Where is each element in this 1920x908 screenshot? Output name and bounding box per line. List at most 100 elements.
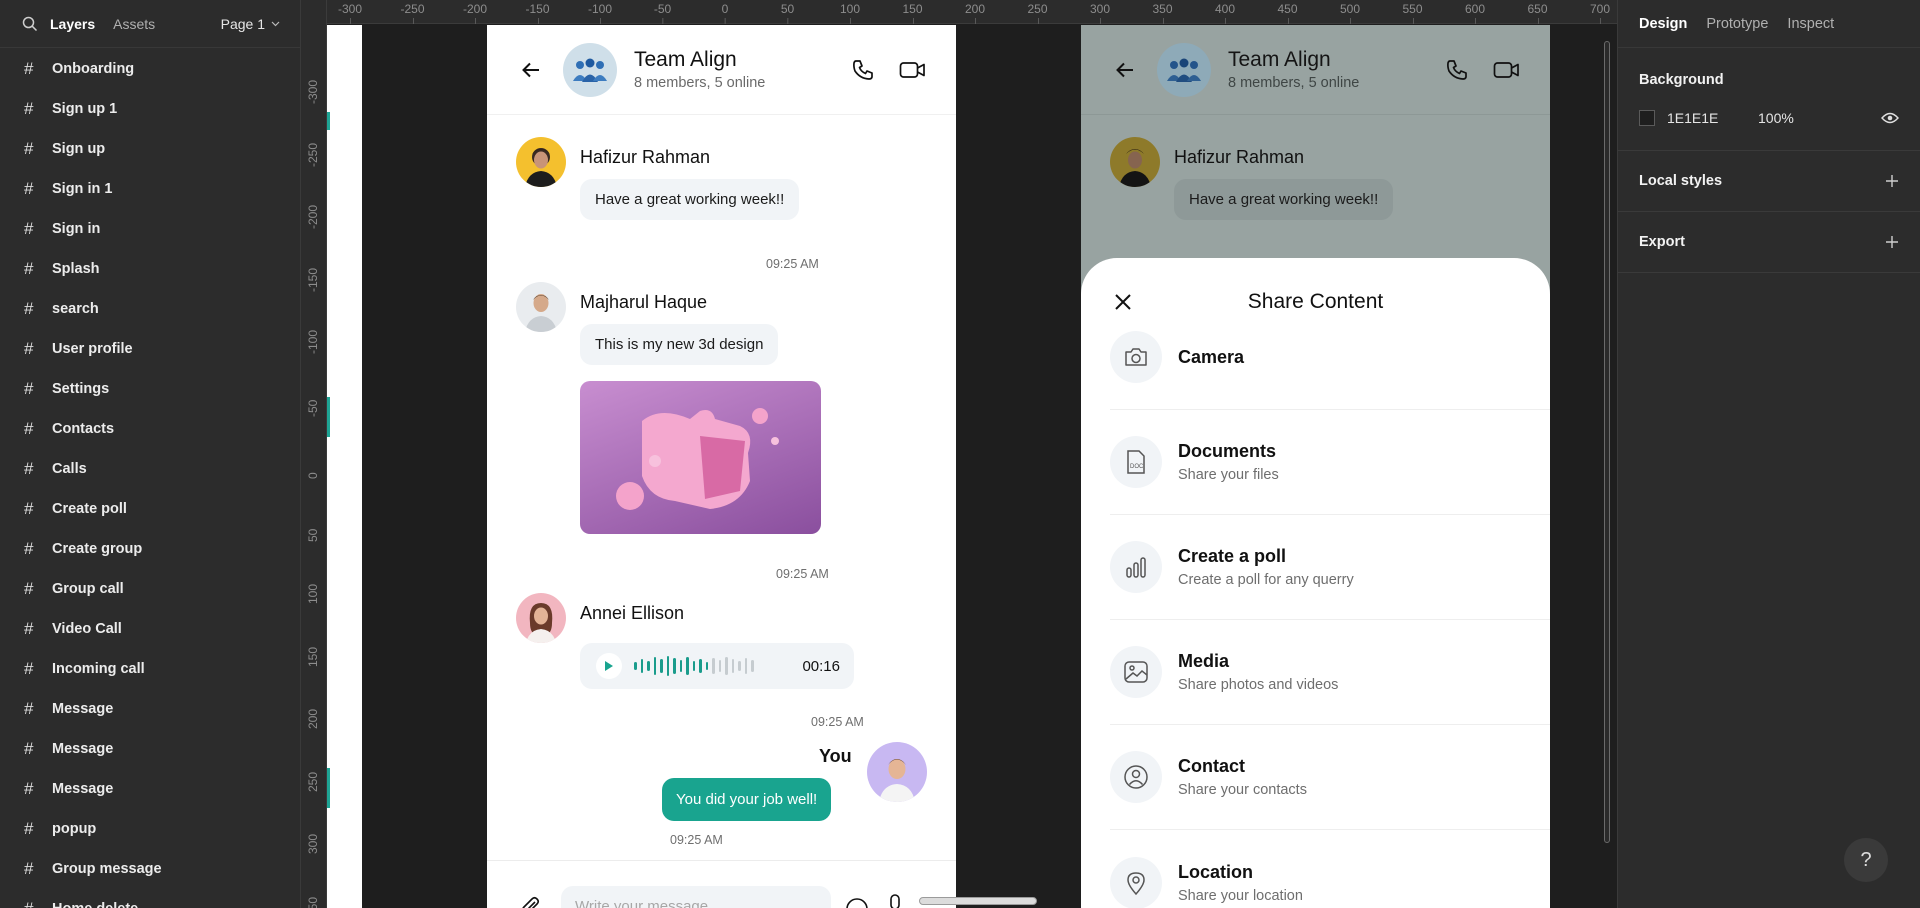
avatar[interactable] xyxy=(516,282,566,332)
group-avatar[interactable] xyxy=(563,42,617,97)
tab-layers[interactable]: Layers xyxy=(50,16,95,32)
layer-item[interactable]: # search xyxy=(0,289,300,329)
search-icon[interactable] xyxy=(22,16,38,32)
voice-duration: 00:16 xyxy=(802,657,840,675)
share-option-contact[interactable]: Contact Share your contacts xyxy=(1110,725,1550,830)
local-styles-section: Local styles xyxy=(1618,151,1920,212)
layer-label: Contacts xyxy=(52,421,115,437)
group-avatar[interactable] xyxy=(1157,42,1211,97)
avatar[interactable] xyxy=(867,742,927,802)
ruler-tick: -150 xyxy=(306,267,320,292)
layer-item[interactable]: # Group call xyxy=(0,569,300,609)
plus-icon[interactable] xyxy=(1885,174,1899,188)
ruler-tick: 550 xyxy=(1402,2,1423,24)
chat-frame[interactable]: Team Align 8 members, 5 online Hafizur R… xyxy=(487,25,956,908)
back-arrow-icon[interactable] xyxy=(521,60,541,80)
layer-label: Sign up xyxy=(52,141,106,157)
ruler-tick: -50 xyxy=(306,399,320,417)
avatar[interactable] xyxy=(516,593,566,643)
message-bubble[interactable]: This is my new 3d design xyxy=(580,324,779,365)
layer-item[interactable]: # Message xyxy=(0,729,300,769)
share-popup-frame[interactable]: Team Align 8 members, 5 online Hafizur R… xyxy=(1081,25,1550,908)
avatar[interactable] xyxy=(516,137,566,187)
frame-partial[interactable] xyxy=(327,25,362,908)
layers-panel: Layers Assets Page 1 # Onboarding # Sign up… xyxy=(0,0,301,908)
ruler-tick: -100 xyxy=(587,2,613,24)
layer-item[interactable]: # User profile xyxy=(0,329,300,369)
video-call-icon[interactable] xyxy=(1493,59,1520,81)
message-bubble[interactable]: Have a great working week!! xyxy=(580,179,800,220)
message-bubble[interactable]: Have a great working week!! xyxy=(1174,179,1394,220)
ruler-tick: 0 xyxy=(306,472,320,479)
ruler-tick: 500 xyxy=(1339,2,1361,24)
layer-item[interactable]: # Sign in 1 xyxy=(0,169,300,209)
tab-assets[interactable]: Assets xyxy=(113,16,155,32)
avatar[interactable] xyxy=(1110,137,1160,187)
sticker-icon[interactable] xyxy=(844,896,870,908)
canvas[interactable]: -300 -250 -200 -150 -100 -50 0 50 100 150 200 250 30… xyxy=(301,0,1617,908)
design-app: Layers Assets Page 1 # Onboarding # Sign up… xyxy=(0,0,1920,908)
layer-item[interactable]: # Home delete xyxy=(0,889,300,908)
vertical-ruler: -300 -250 -200 -150 -100 -50 0 50 100 150 200 250 30… xyxy=(301,0,327,908)
sender-name: Majharul Haque xyxy=(580,292,708,312)
back-arrow-icon[interactable] xyxy=(1115,60,1135,80)
eye-icon[interactable] xyxy=(1881,112,1899,124)
layer-item[interactable]: # Sign in xyxy=(0,209,300,249)
background-swatch[interactable] xyxy=(1639,110,1655,126)
phone-call-icon[interactable] xyxy=(851,58,875,82)
layer-item[interactable]: # popup xyxy=(0,809,300,849)
message-bubble-outgoing[interactable]: You did your job well! xyxy=(662,778,832,821)
layer-label: search xyxy=(52,301,99,317)
export-section: Export xyxy=(1618,212,1920,273)
contact-icon xyxy=(1124,765,1148,789)
plus-icon[interactable] xyxy=(1885,235,1899,249)
layer-item[interactable]: # Contacts xyxy=(0,409,300,449)
share-option-location[interactable]: Location Share your location xyxy=(1110,830,1550,908)
layer-item[interactable]: # Onboarding xyxy=(0,49,300,89)
layer-item[interactable]: # Calls xyxy=(0,449,300,489)
layer-item[interactable]: # Sign up 1 xyxy=(0,89,300,129)
layer-item[interactable]: # Settings xyxy=(0,369,300,409)
voice-message[interactable]: 00:16 xyxy=(580,643,854,689)
layer-item[interactable]: # Splash xyxy=(0,249,300,289)
microphone-icon[interactable] xyxy=(887,893,903,908)
chat-subtitle: 8 members, 5 online xyxy=(634,75,766,91)
share-option-media[interactable]: Media Share photos and videos xyxy=(1110,620,1550,725)
layer-item[interactable]: # Incoming call xyxy=(0,649,300,689)
background-opacity[interactable]: 100% xyxy=(1758,110,1794,126)
message-input[interactable]: Write your message xyxy=(561,886,831,908)
layer-label: Message xyxy=(52,701,114,717)
layer-item[interactable]: # Message xyxy=(0,769,300,809)
frame-icon: # xyxy=(24,299,34,318)
layer-item[interactable]: # Sign up xyxy=(0,129,300,169)
layer-item[interactable]: # Message xyxy=(0,689,300,729)
background-hex[interactable]: 1E1E1E xyxy=(1667,110,1758,126)
attachment-icon[interactable] xyxy=(519,895,541,908)
layer-item[interactable]: # Video Call xyxy=(0,609,300,649)
layer-item[interactable]: # Create poll xyxy=(0,489,300,529)
video-call-icon[interactable] xyxy=(899,59,926,81)
layer-label: Home delete xyxy=(52,901,138,908)
tab-prototype[interactable]: Prototype xyxy=(1706,16,1768,32)
frame-icon: # xyxy=(24,659,34,678)
background-section: Background 1E1E1E 100% xyxy=(1618,48,1920,151)
layer-label: Group message xyxy=(52,861,162,877)
shared-image[interactable] xyxy=(580,381,821,534)
share-option-camera[interactable]: Camera xyxy=(1110,305,1550,410)
frame-accent-mark xyxy=(327,112,330,130)
horizontal-scrollbar[interactable] xyxy=(919,897,1037,905)
vertical-scrollbar[interactable] xyxy=(1604,41,1610,843)
layer-item[interactable]: # Create group xyxy=(0,529,300,569)
share-option-documents[interactable]: DOC Documents Share your files xyxy=(1110,410,1550,515)
help-button[interactable]: ? xyxy=(1844,838,1888,882)
page-selector[interactable]: Page 1 xyxy=(221,16,280,32)
phone-call-icon[interactable] xyxy=(1445,58,1469,82)
layer-item[interactable]: # Group message xyxy=(0,849,300,889)
tab-design[interactable]: Design xyxy=(1639,16,1687,32)
play-button[interactable] xyxy=(596,653,622,679)
frame-icon: # xyxy=(24,779,34,798)
ruler-tick: -300 xyxy=(306,79,320,104)
tab-inspect[interactable]: Inspect xyxy=(1787,16,1834,32)
image-icon xyxy=(1124,661,1148,683)
share-option-poll[interactable]: Create a poll Create a poll for any querr… xyxy=(1110,515,1550,620)
